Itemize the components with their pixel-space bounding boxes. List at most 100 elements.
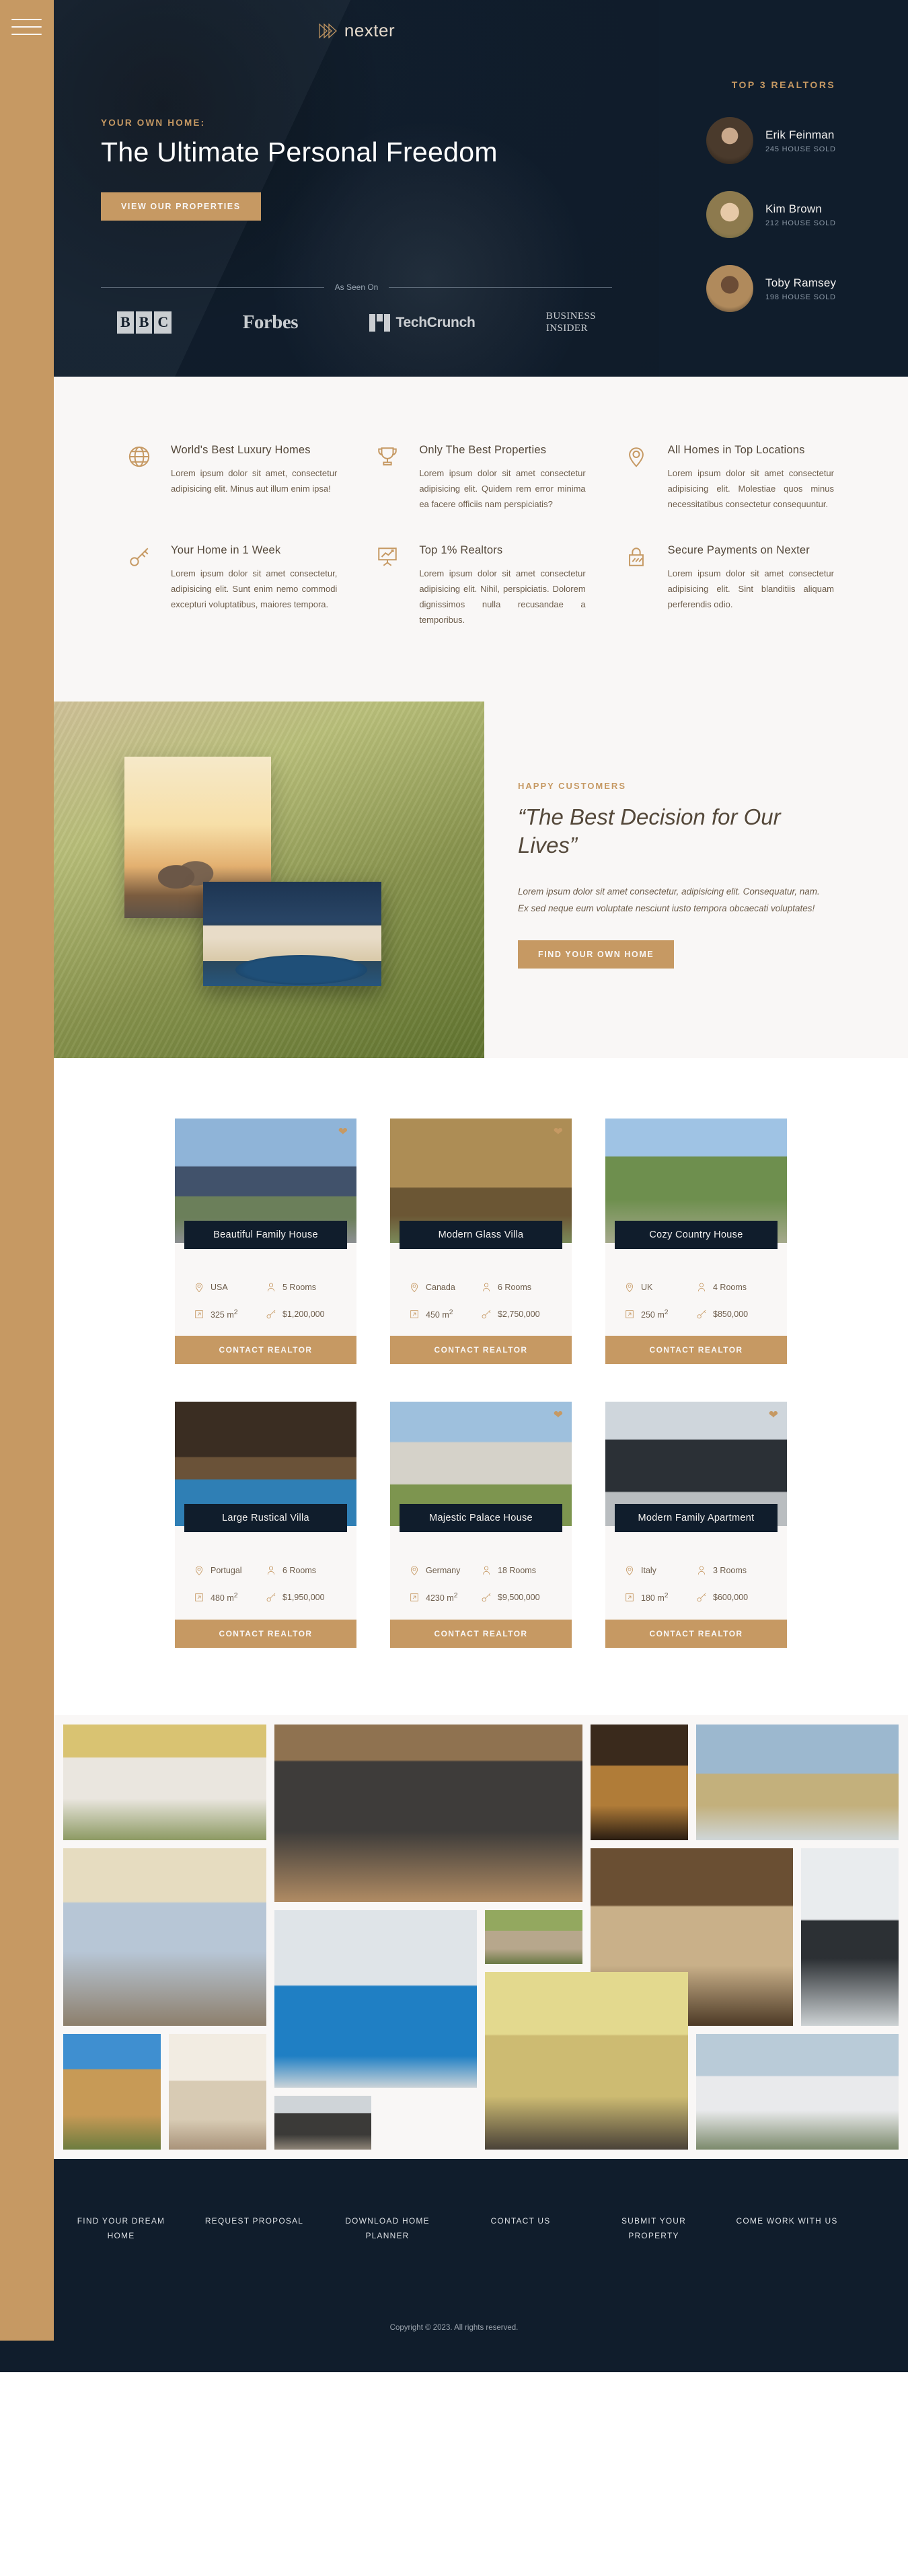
contact-realtor-button[interactable]: CONTACT REALTOR xyxy=(605,1336,787,1365)
gallery-image[interactable] xyxy=(274,1724,582,1902)
person-icon xyxy=(267,1566,275,1575)
key-icon xyxy=(697,1593,706,1602)
property-card[interactable]: ❤ Beautiful Family House USA 5 Rooms 325… xyxy=(175,1119,356,1365)
find-your-own-home-button[interactable]: FIND YOUR OWN HOME xyxy=(518,940,675,969)
feature-text: Lorem ipsum dolor sit amet consectetur a… xyxy=(667,468,834,509)
gallery-section xyxy=(54,1714,908,2159)
key-icon xyxy=(482,1593,491,1602)
map-pin-icon xyxy=(410,1283,418,1293)
property-card[interactable]: ❤ Modern Family Apartment Italy 3 Rooms … xyxy=(605,1402,787,1648)
property-country: USA xyxy=(194,1282,266,1293)
gallery-image[interactable] xyxy=(695,2033,899,2150)
presentation-chart-icon xyxy=(378,547,398,566)
realtors-heading: TOP 3 REALTORS xyxy=(731,79,836,90)
property-details: Portugal 6 Rooms 480 m2 $1,950,000 xyxy=(175,1526,356,1620)
property-price: $600,000 xyxy=(696,1592,768,1603)
gallery-image[interactable] xyxy=(485,1971,688,2150)
hamburger-menu-icon[interactable] xyxy=(11,19,42,41)
feature-text: Lorem ipsum dolor sit amet consectetur a… xyxy=(667,568,834,609)
gallery-image[interactable] xyxy=(168,2033,266,2150)
triple-chevron-logo-icon xyxy=(319,23,337,38)
property-card[interactable]: Cozy Country House UK 4 Rooms 250 m2 $85… xyxy=(605,1119,787,1365)
property-card[interactable]: ❤ Modern Glass Villa Canada 6 Rooms 450 … xyxy=(390,1119,572,1365)
key-icon xyxy=(482,1310,491,1319)
footer-link-come-work-with-us[interactable]: Come work with us xyxy=(726,2207,847,2250)
property-details: Canada 6 Rooms 450 m2 $2,750,000 xyxy=(390,1243,572,1336)
realtor-item[interactable]: Kim Brown 212 HOUSE SOLD xyxy=(706,191,861,238)
story-section: HAPPY CUSTOMERS “The Best Decision for O… xyxy=(54,702,908,1059)
favorite-heart-icon[interactable]: ❤ xyxy=(338,1126,348,1137)
property-rooms: 18 Rooms xyxy=(481,1565,553,1576)
property-area: 450 m2 xyxy=(409,1309,481,1320)
map-pin-icon xyxy=(195,1566,203,1576)
as-seen-on: As Seen On B B C Forbes TechCrunch Busi xyxy=(101,282,612,334)
property-rooms: 5 Rooms xyxy=(266,1282,338,1293)
gallery-image[interactable] xyxy=(274,2095,372,2150)
gallery-image[interactable] xyxy=(485,1909,582,1964)
gallery-image[interactable] xyxy=(590,1724,688,1840)
feature-title: World's Best Luxury Homes xyxy=(171,444,311,456)
bbc-letter: C xyxy=(154,311,172,334)
contact-realtor-button[interactable]: CONTACT REALTOR xyxy=(390,1336,572,1365)
property-area: 250 m2 xyxy=(624,1309,696,1320)
map-pin-icon xyxy=(628,447,644,467)
brand-logo[interactable]: nexter xyxy=(54,20,659,41)
copyright-text: Copyright © 2023. All rights reserved. xyxy=(389,2324,519,2333)
page-title: The Ultimate Personal Freedom xyxy=(101,137,498,167)
story-title: “The Best Decision for Our Lives” xyxy=(518,804,781,858)
gallery-image[interactable] xyxy=(63,1848,266,2026)
footer-link-contact-us[interactable]: Contact us xyxy=(460,2207,581,2250)
gallery-image[interactable] xyxy=(801,1848,899,2026)
property-card[interactable]: ❤ Majestic Palace House Germany 18 Rooms… xyxy=(390,1402,572,1648)
as-seen-on-label: As Seen On xyxy=(334,282,379,292)
realtor-name: Kim Brown xyxy=(765,202,822,215)
favorite-heart-icon[interactable]: ❤ xyxy=(769,1409,778,1420)
gallery-image[interactable] xyxy=(695,1724,899,1840)
feature-card: Only The Best Properties Lorem ipsum dol… xyxy=(376,444,586,512)
property-name: Large Rustical Villa xyxy=(184,1504,347,1533)
avatar xyxy=(706,265,753,312)
as-seen-on-heading: As Seen On xyxy=(101,282,612,292)
trophy-icon xyxy=(378,447,398,466)
footer-link-find-dream-home[interactable]: Find your dream home xyxy=(61,2207,182,2250)
realtor-item[interactable]: Toby Ramsey 198 HOUSE SOLD xyxy=(706,265,861,312)
view-properties-button[interactable]: VIEW OUR PROPERTIES xyxy=(101,192,261,221)
map-pin-icon xyxy=(626,1566,634,1576)
realtor-item[interactable]: Erik Feinman 245 HOUSE SOLD xyxy=(706,117,861,164)
feature-title: Your Home in 1 Week xyxy=(171,544,281,557)
property-country: Portugal xyxy=(194,1565,266,1576)
footer-nav: Find your dream home Request proposal Do… xyxy=(61,2207,847,2250)
globe-icon xyxy=(128,446,150,467)
person-icon xyxy=(267,1283,275,1292)
gallery-image[interactable] xyxy=(63,1724,266,1840)
property-details: Italy 3 Rooms 180 m2 $600,000 xyxy=(605,1526,787,1620)
feature-title: All Homes in Top Locations xyxy=(667,444,805,456)
feature-text: Lorem ipsum dolor sit amet, consectetur … xyxy=(171,468,338,494)
feature-card: Your Home in 1 Week Lorem ipsum dolor si… xyxy=(128,544,337,628)
favorite-heart-icon[interactable]: ❤ xyxy=(554,1409,563,1420)
story-eyebrow: HAPPY CUSTOMERS xyxy=(518,781,626,792)
contact-realtor-button[interactable]: CONTACT REALTOR xyxy=(605,1619,787,1648)
property-rooms: 4 Rooms xyxy=(696,1282,768,1293)
feature-card: Secure Payments on Nexter Lorem ipsum do… xyxy=(625,544,834,628)
property-card[interactable]: Large Rustical Villa Portugal 6 Rooms 48… xyxy=(175,1402,356,1648)
contact-realtor-button[interactable]: CONTACT REALTOR xyxy=(175,1336,356,1365)
person-icon xyxy=(697,1566,706,1575)
property-name: Modern Glass Villa xyxy=(400,1221,562,1250)
favorite-heart-icon[interactable]: ❤ xyxy=(554,1126,563,1137)
footer-link-submit-property[interactable]: Submit your property xyxy=(593,2207,714,2250)
bi-line-1: Business xyxy=(545,311,596,321)
homes-listing-section: ❤ Beautiful Family House USA 5 Rooms 325… xyxy=(54,1058,908,1715)
property-country: Canada xyxy=(409,1282,481,1293)
property-rooms: 3 Rooms xyxy=(696,1565,768,1576)
property-area: 180 m2 xyxy=(624,1592,696,1603)
gallery-image[interactable] xyxy=(274,1909,477,2088)
gallery-image[interactable] xyxy=(63,2033,161,2150)
story-images xyxy=(54,702,484,1059)
footer-link-request-proposal[interactable]: Request proposal xyxy=(194,2207,315,2250)
bbc-letter: B xyxy=(135,311,153,334)
contact-realtor-button[interactable]: CONTACT REALTOR xyxy=(390,1619,572,1648)
footer-link-download-planner[interactable]: Download home planner xyxy=(327,2207,448,2250)
property-area: 325 m2 xyxy=(194,1309,266,1320)
contact-realtor-button[interactable]: CONTACT REALTOR xyxy=(175,1619,356,1648)
